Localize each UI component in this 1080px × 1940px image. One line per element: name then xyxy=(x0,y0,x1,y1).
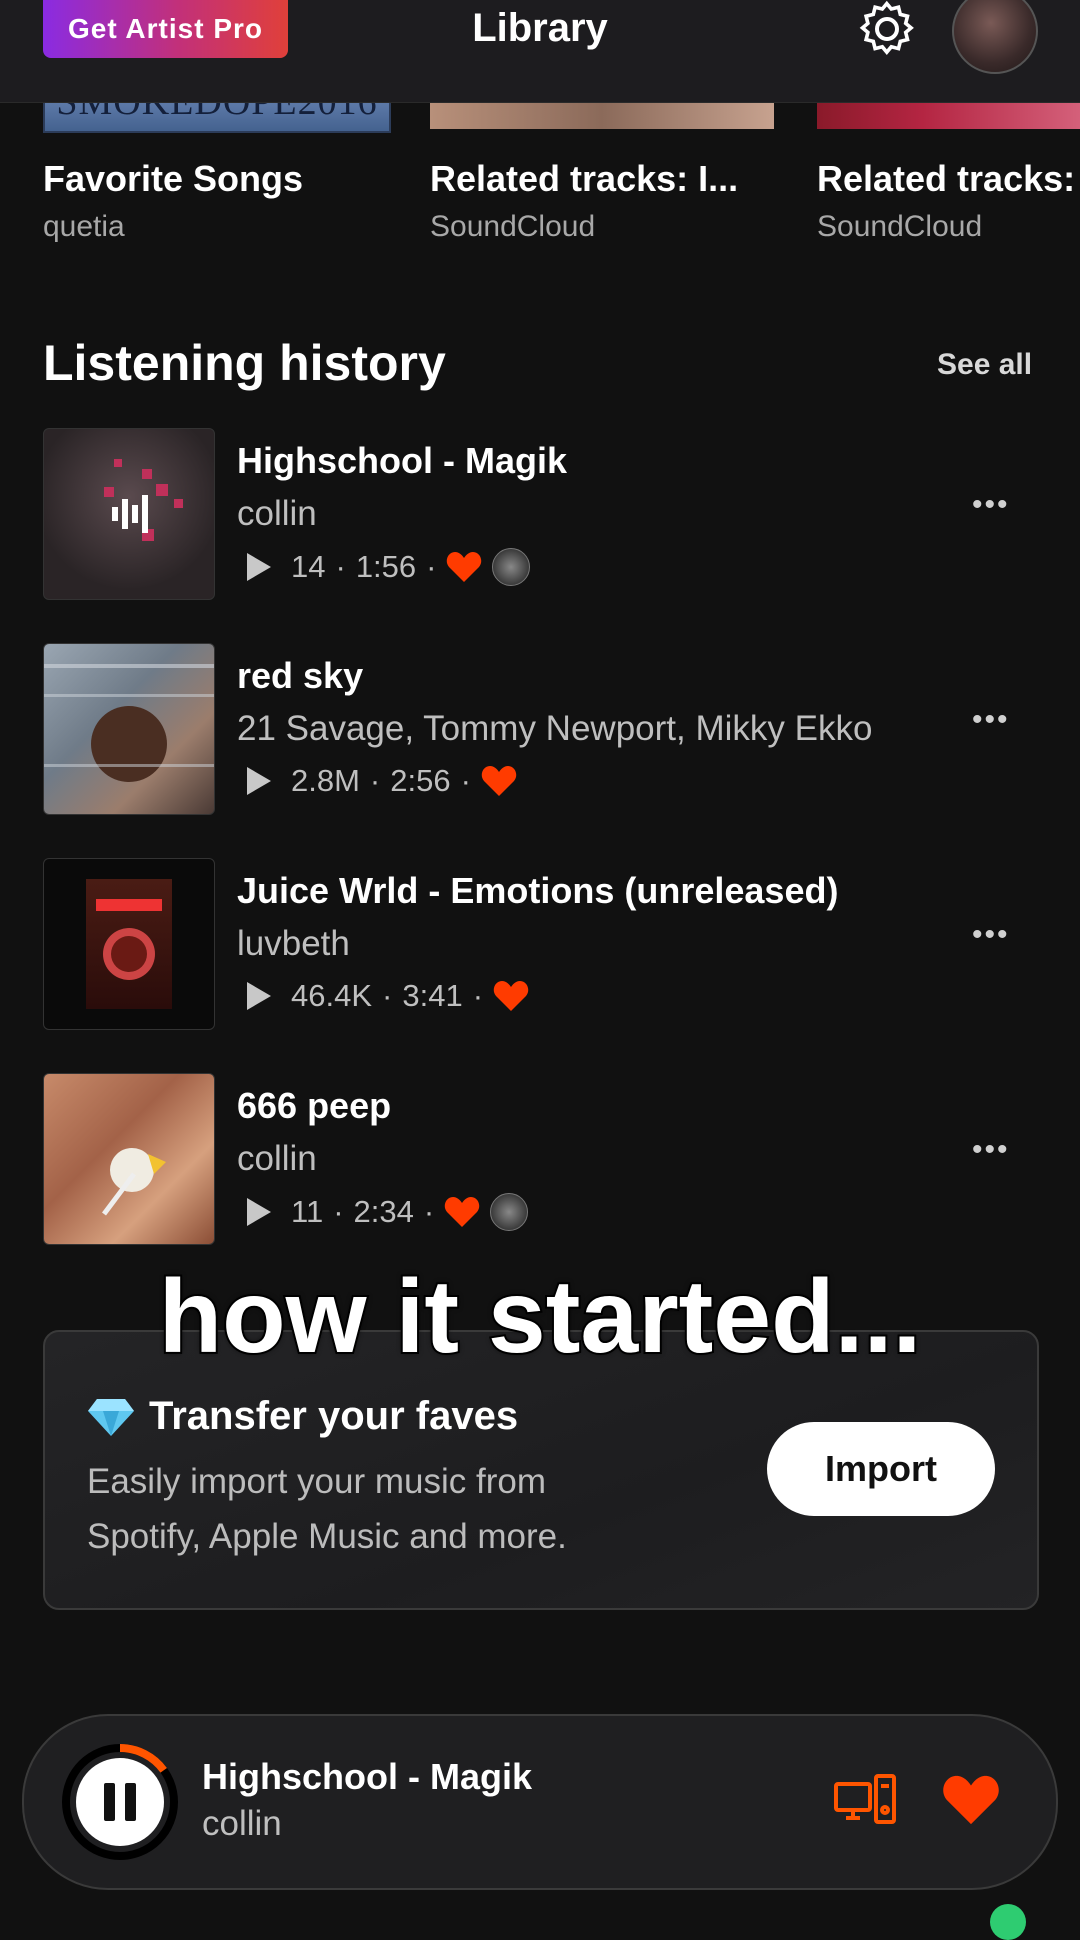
play-count-icon xyxy=(247,1198,271,1226)
more-options-button[interactable]: ••• xyxy=(972,1133,1010,1167)
track-artist[interactable]: collin xyxy=(237,1139,317,1179)
playlist-title[interactable]: Favorite Songs xyxy=(43,158,303,200)
mini-player[interactable]: Highschool - Magik collin xyxy=(22,1714,1058,1890)
track-title[interactable]: Juice Wrld - Emotions (unreleased) xyxy=(237,870,838,912)
album-art-image xyxy=(86,879,172,1009)
track-row[interactable]: red sky 21 Savage, Tommy Newport, Mikky … xyxy=(0,643,1080,815)
import-button[interactable]: Import xyxy=(767,1422,995,1516)
track-row[interactable]: Juice Wrld - Emotions (unreleased) luvbe… xyxy=(0,858,1080,1030)
track-meta: 2.8M · 2:56 · xyxy=(247,763,517,799)
track-artwork[interactable] xyxy=(43,858,215,1030)
video-caption: how it started... xyxy=(157,1257,924,1377)
now-playing-title[interactable]: Highschool - Magik xyxy=(202,1756,532,1798)
track-title[interactable]: red sky xyxy=(237,655,363,697)
track-meta: 11 · 2:34 · xyxy=(247,1193,529,1231)
track-row[interactable]: Highschool - Magik collin 14 · 1:56 · ••• xyxy=(0,428,1080,600)
track-meta: 46.4K · 3:41 · xyxy=(247,978,529,1014)
now-playing-artist[interactable]: collin xyxy=(202,1804,282,1844)
track-duration: 3:41 xyxy=(402,978,463,1013)
track-artwork[interactable] xyxy=(43,643,215,815)
reposter-avatar xyxy=(490,1193,529,1231)
pause-icon xyxy=(76,1758,164,1846)
playlist-subtitle: quetia xyxy=(43,210,125,243)
reposter-avatar xyxy=(492,548,531,586)
status-indicator xyxy=(990,1904,1026,1940)
playlist-subtitle: SoundCloud xyxy=(430,210,596,243)
more-options-button[interactable]: ••• xyxy=(972,703,1010,737)
cast-icon[interactable] xyxy=(834,1774,896,1826)
page-title: Library xyxy=(472,6,608,50)
play-count: 11 xyxy=(291,1194,324,1229)
pause-button[interactable] xyxy=(62,1744,178,1860)
heart-icon[interactable] xyxy=(942,1774,1000,1826)
track-artist[interactable]: collin xyxy=(237,494,317,534)
track-meta: 14 · 1:56 · xyxy=(247,548,531,586)
track-title[interactable]: 666 peep xyxy=(237,1085,391,1127)
heart-icon xyxy=(447,552,482,582)
track-artwork[interactable] xyxy=(43,428,215,600)
more-options-button[interactable]: ••• xyxy=(972,918,1010,952)
play-count: 2.8M xyxy=(291,763,360,798)
gear-icon[interactable] xyxy=(858,0,916,58)
heart-icon xyxy=(444,1197,480,1227)
avatar[interactable] xyxy=(952,0,1038,74)
waveform-icon xyxy=(104,459,183,541)
play-count-icon xyxy=(247,982,271,1010)
track-duration: 2:56 xyxy=(390,763,451,798)
track-artwork[interactable] xyxy=(43,1073,215,1245)
section-title: Listening history xyxy=(43,335,446,391)
play-count-icon xyxy=(247,767,271,795)
album-art-image xyxy=(44,664,214,782)
track-artist[interactable]: 21 Savage, Tommy Newport, Mikky Ekko xyxy=(237,709,872,749)
top-bar: Get Artist Pro Library xyxy=(0,0,1080,103)
playlist-subtitle: SoundCloud xyxy=(817,210,983,243)
transfer-title-row: Transfer your faves xyxy=(87,1394,518,1439)
see-all-link[interactable]: See all xyxy=(937,348,1032,382)
track-duration: 1:56 xyxy=(355,549,417,584)
play-count: 14 xyxy=(291,549,326,584)
heart-icon xyxy=(481,766,517,796)
play-count: 46.4K xyxy=(291,978,373,1013)
track-duration: 2:34 xyxy=(353,1194,414,1229)
heart-icon xyxy=(493,981,529,1011)
track-row[interactable]: 666 peep collin 11 · 2:34 · ••• xyxy=(0,1073,1080,1245)
gem-icon xyxy=(88,1398,134,1436)
play-count-icon xyxy=(247,553,271,581)
transfer-description: Easily import your music from Spotify, A… xyxy=(87,1462,567,1556)
transfer-title: Transfer your faves xyxy=(149,1394,519,1438)
playlist-title[interactable]: Related tracks: I... xyxy=(430,158,738,200)
playlist-title[interactable]: Related tracks: xyxy=(817,158,1075,200)
album-art-image xyxy=(102,1148,166,1216)
more-options-button[interactable]: ••• xyxy=(972,488,1010,522)
track-artist[interactable]: luvbeth xyxy=(237,924,350,964)
track-title[interactable]: Highschool - Magik xyxy=(237,440,567,482)
